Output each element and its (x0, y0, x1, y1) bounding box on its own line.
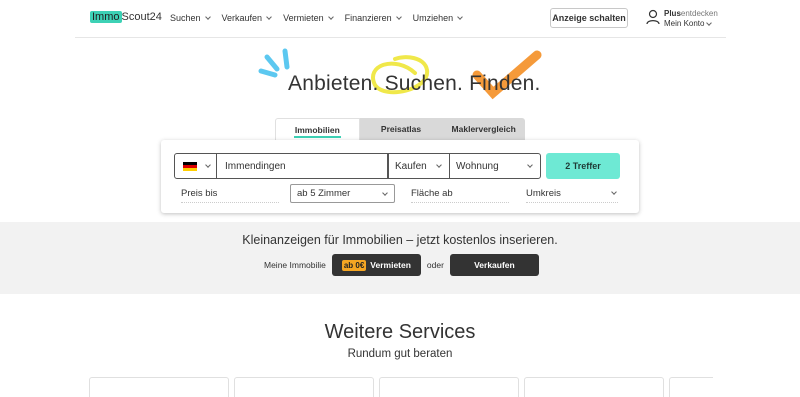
nav-label: Suchen (170, 13, 201, 23)
hero-tagline: Anbieten. Suchen. Finden. (288, 72, 541, 95)
radius-select[interactable]: Umkreis (526, 184, 618, 203)
chevron-down-icon (205, 162, 211, 168)
vermieten-button[interactable]: ab 0€ Vermieten (331, 254, 421, 276)
chevron-down-icon (204, 14, 211, 20)
radius-label: Umkreis (526, 187, 561, 199)
service-card[interactable] (234, 377, 374, 397)
logo-scout: Scout24 (121, 11, 162, 23)
nav-verkaufen[interactable]: Verkaufen (222, 13, 272, 23)
chevron-down-icon (327, 14, 334, 20)
discover-label: entdecken (680, 9, 718, 18)
service-card[interactable] (524, 377, 664, 397)
nav-label: Vermieten (283, 13, 324, 23)
price-badge: ab 0€ (341, 259, 367, 271)
account-text: Plusentdecken Mein Konto (664, 9, 718, 29)
service-card[interactable] (89, 377, 229, 397)
services-title: Weitere Services (324, 321, 476, 343)
tab-immobilien[interactable]: Immobilien (275, 118, 360, 140)
chevron-down-icon (706, 20, 713, 26)
nav-umziehen[interactable]: Umziehen (413, 13, 463, 23)
chevron-down-icon (266, 14, 272, 20)
service-card[interactable] (669, 377, 713, 397)
user-icon (646, 9, 660, 25)
plus-label: Plus (664, 9, 681, 18)
vermieten-label: Vermieten (370, 260, 411, 270)
chevron-down-icon (436, 162, 442, 168)
banner-title: Kleinanzeigen für Immobilien – jetzt kos… (242, 233, 558, 247)
banner-prefix: Meine Immobilie (264, 260, 326, 270)
chevron-down-icon (527, 162, 533, 168)
country-select[interactable] (174, 153, 217, 179)
main-nav: Suchen Verkaufen Vermieten Finanzieren U… (170, 13, 463, 23)
listing-banner: Kleinanzeigen für Immobilien – jetzt kos… (0, 222, 800, 294)
price-input[interactable]: Preis bis (181, 184, 279, 203)
logo-immo: Immo (90, 11, 122, 23)
site-header: Immo Scout24 Suchen Verkaufen Vermieten … (75, 0, 726, 38)
search-card: Immendingen Kaufen Wohnung 2 Treffer Pre… (161, 140, 639, 213)
immoscout-logo[interactable]: Immo Scout24 (90, 11, 162, 23)
account-menu[interactable]: Plusentdecken Mein Konto (646, 9, 718, 29)
transaction-select[interactable]: Kaufen (388, 153, 450, 179)
nav-vermieten[interactable]: Vermieten (283, 13, 334, 23)
chevron-down-icon (382, 189, 388, 196)
chevron-down-icon (395, 14, 402, 20)
verkaufen-button[interactable]: Verkaufen (449, 254, 539, 276)
banner-actions: Meine Immobilie ab 0€ Vermieten oder Ver… (264, 254, 539, 276)
location-input[interactable]: Immendingen (217, 153, 388, 179)
search-tabs: Immobilien Preisatlas Maklervergleich (275, 118, 526, 140)
nav-label: Finanzieren (344, 13, 392, 23)
tab-preisatlas[interactable]: Preisatlas (359, 118, 443, 140)
chevron-down-icon (457, 14, 463, 20)
service-card[interactable] (379, 377, 519, 397)
tab-maklervergleich[interactable]: Maklervergleich (442, 118, 526, 140)
search-submit-button[interactable]: 2 Treffer (546, 153, 620, 179)
nav-finanzieren[interactable]: Finanzieren (344, 13, 402, 23)
property-type-select[interactable]: Wohnung (449, 153, 541, 179)
germany-flag-icon (183, 161, 197, 171)
account-label: Mein Konto (664, 19, 705, 28)
nav-label: Verkaufen (221, 13, 263, 23)
property-type-value: Wohnung (456, 160, 499, 172)
chevron-down-icon (611, 189, 617, 195)
area-input[interactable]: Fläche ab (411, 184, 509, 203)
transaction-value: Kaufen (395, 160, 427, 172)
services-subtitle: Rundum gut beraten (347, 348, 453, 360)
nav-label: Umziehen (412, 13, 454, 23)
rooms-select[interactable]: ab 5 Zimmer (290, 184, 395, 203)
anzeige-schalten-button[interactable]: Anzeige schalten (550, 8, 628, 28)
or-label: oder (426, 260, 444, 270)
rooms-value: ab 5 Zimmer (297, 188, 351, 199)
nav-suchen[interactable]: Suchen (170, 13, 211, 23)
